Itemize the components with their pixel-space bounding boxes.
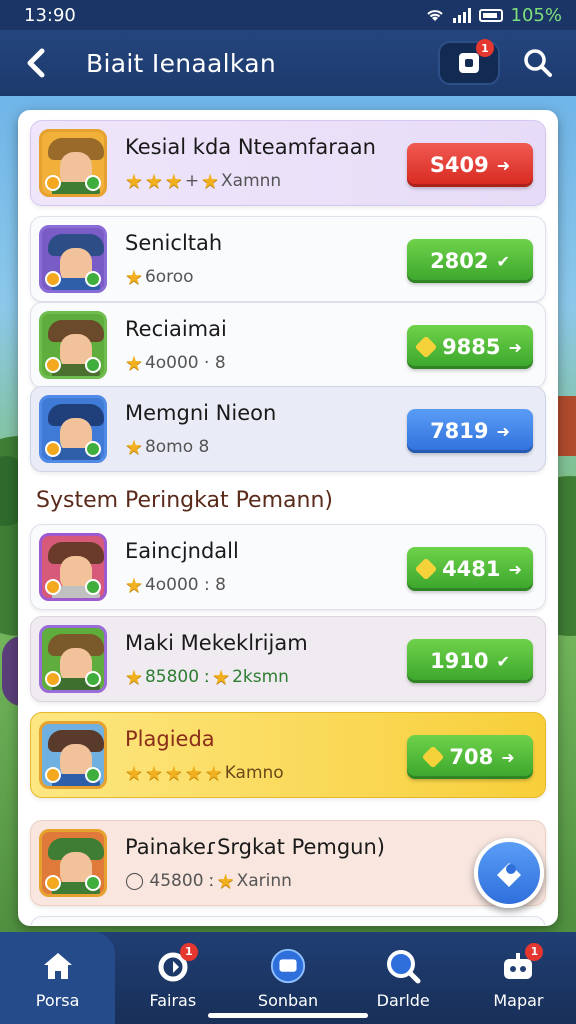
bottom-nav: Porsa 1 Fairas Sonban Darlde 1 Mapar xyxy=(0,932,576,1024)
home-icon xyxy=(39,947,77,985)
player-meta: ★ 4o000 : 8 xyxy=(125,573,226,597)
action-value: S409 xyxy=(429,153,489,177)
nav-item-favorites[interactable]: 1 Fairas xyxy=(115,932,230,1024)
clock: 13:90 xyxy=(24,4,76,26)
nav-label: Fairas xyxy=(149,990,197,1010)
search-button[interactable] xyxy=(518,43,558,83)
search-icon xyxy=(384,947,422,985)
action-button[interactable]: 708 ➜ xyxy=(407,735,533,779)
action-value: 9885 xyxy=(442,335,501,359)
arrow-right-icon: ➜ xyxy=(508,337,522,357)
gem-icon xyxy=(414,557,438,581)
list-item[interactable]: Maki Mekeklrijam ★ 85800 ː ★ 2ksmn 1910 … xyxy=(30,616,546,702)
player-name: Plagieda xyxy=(125,727,215,751)
player-meta: ★ ★ ★ + ★ Xamnn xyxy=(125,169,282,193)
home-indicator xyxy=(208,1013,368,1018)
notification-badge: 1 xyxy=(476,39,494,57)
wifi-icon xyxy=(426,10,443,21)
avatar xyxy=(39,829,107,897)
action-button[interactable]: S409 ➜ xyxy=(407,143,533,187)
player-meta: ★ 6oroo xyxy=(125,265,194,289)
arrow-right-icon: ➜ xyxy=(501,747,515,767)
action-value: 2802 xyxy=(430,249,489,273)
leaderboard-panel: Kesial kda Nteamfaraan ★ ★ ★ + ★ Xamnn S40… xyxy=(18,110,558,926)
chevron-left-icon xyxy=(27,48,45,78)
avatar xyxy=(39,225,107,293)
nav-label: Sonban xyxy=(257,990,319,1010)
avatar xyxy=(39,129,107,197)
battery-icon xyxy=(478,8,503,22)
floating-action-button[interactable] xyxy=(474,838,544,908)
action-value: 708 xyxy=(449,745,494,769)
player-meta: ★ 4o000 · 8 xyxy=(125,351,226,375)
action-button[interactable]: 4481 ➜ xyxy=(407,547,533,591)
player-meta: ◯ 45800 ː ★ Xarinn xyxy=(125,869,292,893)
nav-label: Darlde xyxy=(376,990,430,1010)
player-meta: ★ ★ ★ ★ ★ Kamno xyxy=(125,761,284,785)
player-meta: ★ 8omo 8 xyxy=(125,435,210,459)
arrow-right-icon: ➜ xyxy=(496,155,511,175)
arrow-right-icon: ➜ xyxy=(496,421,510,441)
gem-icon xyxy=(422,745,445,769)
action-button[interactable]: 2802 ✔ xyxy=(407,239,533,283)
action-value: 7819 xyxy=(430,419,489,443)
heart-icon: 1 xyxy=(154,942,198,985)
pin-icon xyxy=(497,863,521,887)
gem-icon xyxy=(414,335,438,359)
search-icon xyxy=(524,49,552,77)
nav-item-home[interactable]: Porsa xyxy=(0,932,116,1024)
nav-badge: 1 xyxy=(525,942,544,961)
inbox-icon xyxy=(459,53,479,73)
list-item[interactable]: PainakeɾSrgkat Pemgun) ◯ 45800 ː ★ Xarin… xyxy=(30,820,546,906)
player-name: Reciaimai xyxy=(125,317,227,341)
action-button[interactable]: 1910 ✔ xyxy=(407,639,533,683)
nav-badge: 1 xyxy=(179,942,198,961)
chat-icon xyxy=(269,947,307,985)
nav-item-search[interactable]: Darlde xyxy=(346,932,461,1024)
page-title: Biait Ienaalkan xyxy=(86,48,276,78)
nav-label: Porsa xyxy=(35,990,80,1010)
nav-item-map[interactable]: 1 Mapar xyxy=(461,932,576,1024)
avatar xyxy=(39,533,107,601)
avatar xyxy=(39,721,107,789)
player-name: PainakeɾSrgkat Pemgun) xyxy=(125,835,385,859)
avatar xyxy=(39,311,107,379)
list-item[interactable] xyxy=(30,916,546,926)
status-bar: 13:90 105% xyxy=(0,0,576,30)
action-button[interactable]: 9885 ➜ xyxy=(407,325,533,369)
nav-label: Mapar xyxy=(493,990,544,1010)
player-name: Eaincjndall xyxy=(125,539,239,563)
list-item[interactable]: Kesial kda Nteamfaraan ★ ★ ★ + ★ Xamnn S40… xyxy=(30,120,546,206)
player-name: Kesial kda Nteamfaraan xyxy=(125,135,376,159)
back-button[interactable] xyxy=(14,41,58,85)
list-item[interactable]: Eaincjndall ★ 4o000 : 8 4481 ➜ xyxy=(30,524,546,610)
section-title: System Peringkat Pemann) xyxy=(36,488,333,513)
robot-icon: 1 xyxy=(499,942,544,985)
chevron-down-icon: ✔ xyxy=(496,651,510,671)
app-header: Biait Ienaalkan 1 xyxy=(0,30,576,96)
battery-percent: 105% xyxy=(510,4,562,26)
player-name: Senicltah xyxy=(125,231,223,255)
list-item[interactable]: Memgni Nieon ★ 8omo 8 7819 ➜ xyxy=(30,386,546,472)
action-value: 4481 xyxy=(442,557,501,581)
avatar xyxy=(39,395,107,463)
list-item[interactable]: Senicltah ★ 6oroo 2802 ✔ xyxy=(30,216,546,302)
avatar xyxy=(39,625,107,693)
nav-item-chat[interactable]: Sonban xyxy=(230,932,345,1024)
player-name: Maki Mekeklrijam xyxy=(125,631,308,655)
list-item[interactable]: Reciaimai ★ 4o000 · 8 9885 ➜ xyxy=(30,302,546,388)
notification-button[interactable]: 1 xyxy=(438,39,500,85)
arrow-right-icon: ➜ xyxy=(508,559,522,579)
chevron-down-icon: ✔ xyxy=(496,251,510,271)
player-name: Memgni Nieon xyxy=(125,401,277,425)
list-item[interactable]: Plagieda ★ ★ ★ ★ ★ Kamno 708 ➜ xyxy=(30,712,546,798)
action-button[interactable]: 7819 ➜ xyxy=(407,409,533,453)
action-value: 1910 xyxy=(430,649,489,673)
signal-icon xyxy=(452,7,471,23)
player-meta: ★ 85800 ː ★ 2ksmn xyxy=(125,665,289,689)
